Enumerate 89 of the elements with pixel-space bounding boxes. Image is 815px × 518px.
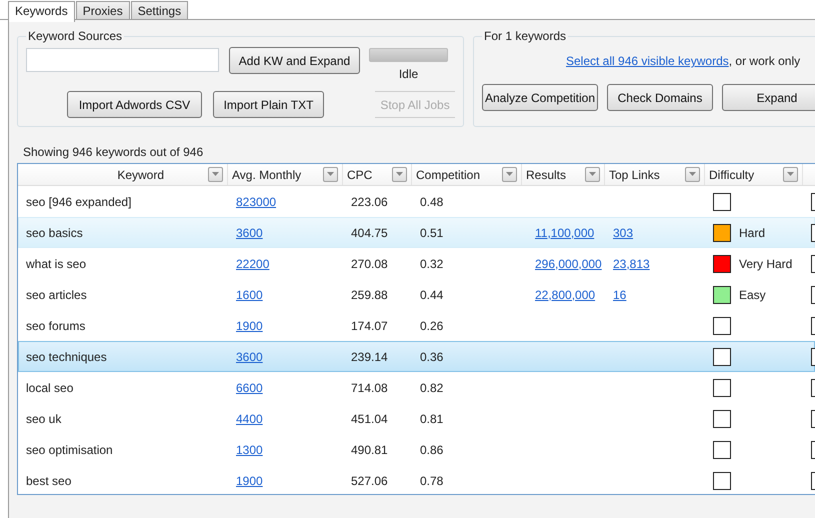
cpc-cell: 239.14: [351, 350, 388, 364]
avg-monthly-link[interactable]: 1600: [236, 288, 263, 302]
tab[interactable]: Keywords: [8, 1, 75, 22]
keyword-cell: seo techniques: [26, 350, 107, 364]
competition-cell: 0.44: [420, 288, 444, 302]
avg-monthly-link[interactable]: 1900: [236, 474, 263, 488]
avg-monthly-link[interactable]: 3600: [236, 350, 263, 364]
difficulty-label: Easy: [739, 288, 766, 302]
column-header: Keyword: [117, 168, 164, 182]
filter-dropdown-icon[interactable]: [208, 167, 223, 182]
filter-dropdown-icon[interactable]: [783, 167, 798, 182]
table-row[interactable]: best seo 1900 527.06 0.78: [18, 465, 815, 496]
column-header: Results: [526, 168, 566, 182]
cpc-cell: 270.08: [351, 256, 388, 270]
column-header: CPC: [347, 168, 372, 182]
action-button[interactable]: Expand: [722, 84, 815, 111]
keyword-cell: seo [946 expanded]: [26, 194, 132, 208]
table-row[interactable]: seo articles 1600 259.88 0.44 22,800,000 16 Easy: [18, 279, 815, 310]
group-title: Keyword Sources: [27, 29, 124, 43]
tab[interactable]: Proxies: [76, 1, 130, 19]
cpc-cell: 404.75: [351, 226, 388, 240]
keyword-cell: seo forums: [26, 318, 86, 332]
select-all-link[interactable]: Select all 946 visible keywords: [566, 54, 729, 68]
competition-cell: 0.86: [420, 442, 444, 456]
cpc-cell: 527.06: [351, 474, 388, 488]
keyword-cell: best seo: [26, 474, 72, 488]
status-text: Idle: [398, 67, 418, 81]
keyword-cell: seo optimisation: [26, 442, 113, 456]
avg-monthly-link[interactable]: 1900: [236, 318, 263, 332]
cpc-cell: 259.88: [351, 288, 388, 302]
table-row[interactable]: seo techniques 3600 239.14 0.36: [18, 341, 815, 372]
competition-cell: 0.26: [420, 318, 444, 332]
avg-monthly-link[interactable]: 823000: [236, 194, 276, 208]
avg-monthly-link[interactable]: 1300: [236, 442, 263, 456]
filter-dropdown-icon[interactable]: [392, 167, 407, 182]
table-row[interactable]: local seo 6600 714.08 0.82: [18, 372, 815, 403]
filter-dropdown-icon[interactable]: [585, 167, 600, 182]
competition-cell: 0.78: [420, 474, 444, 488]
table-row[interactable]: what is seo 22200 270.08 0.32 296,000,000 23,813 Very Hard: [18, 248, 815, 279]
competition-cell: 0.36: [420, 350, 444, 364]
filter-dropdown-icon[interactable]: [323, 167, 338, 182]
results-link[interactable]: 11,100,000: [535, 226, 594, 240]
column-header: Difficulty: [709, 168, 754, 182]
competition-cell: 0.32: [420, 256, 444, 270]
cpc-cell: 714.08: [351, 380, 388, 394]
column-header: Top Links: [609, 168, 660, 182]
competition-cell: 0.81: [420, 412, 444, 426]
results-link[interactable]: 22,800,000: [535, 288, 596, 302]
table-row[interactable]: seo optimisation 1300 490.81 0.86: [18, 434, 815, 465]
keyword-cell: seo uk: [26, 412, 62, 426]
column-header: Competition: [416, 168, 480, 182]
keyword-cell: seo articles: [26, 288, 87, 302]
competition-cell: 0.48: [420, 194, 444, 208]
action-button[interactable]: Check Domains: [607, 84, 713, 111]
table-row[interactable]: seo [946 expanded] 823000 223.06 0.48: [18, 186, 815, 217]
table-row[interactable]: seo basics 3600 404.75 0.51 11,100,000 303 Hard: [18, 217, 815, 248]
selection-hint-text: , or work only: [728, 54, 800, 68]
top-links-link[interactable]: 16: [613, 288, 626, 302]
cpc-cell: 451.04: [351, 412, 388, 426]
import-button[interactable]: Import Adwords CSV: [67, 91, 202, 118]
add-keyword-button[interactable]: Add KW and Expand: [229, 47, 360, 74]
cpc-cell: 174.07: [351, 318, 388, 332]
avg-monthly-link[interactable]: 4400: [236, 412, 263, 426]
difficulty-label: Hard: [739, 226, 766, 240]
keyword-input-field[interactable]: [26, 48, 219, 72]
group-title: For 1 keywords: [483, 29, 568, 43]
cpc-cell: 490.81: [351, 442, 388, 456]
tab[interactable]: Settings: [130, 1, 188, 19]
import-button[interactable]: Import Plain TXT: [213, 91, 324, 118]
column-header: Avg. Monthly: [232, 168, 302, 182]
keyword-cell: local seo: [26, 380, 74, 394]
action-button[interactable]: Analyze Competition: [482, 84, 598, 111]
table-row[interactable]: seo forums 1900 174.07 0.26: [18, 310, 815, 341]
keyword-cell: what is seo: [26, 256, 86, 270]
difficulty-label: Very Hard: [739, 256, 792, 270]
results-link[interactable]: 296,000,000: [535, 256, 602, 270]
cpc-cell: 223.06: [351, 194, 388, 208]
keyword-cell: seo basics: [26, 226, 83, 240]
competition-cell: 0.82: [420, 380, 444, 394]
filter-dropdown-icon[interactable]: [685, 167, 700, 182]
avg-monthly-link[interactable]: 3600: [236, 226, 263, 240]
competition-cell: 0.51: [420, 226, 444, 240]
filter-dropdown-icon[interactable]: [502, 167, 517, 182]
keyword-count-text: Showing 946 keywords out of 946: [23, 145, 204, 161]
avg-monthly-link[interactable]: 6600: [236, 380, 263, 394]
avg-monthly-link[interactable]: 22200: [236, 256, 270, 270]
table-row[interactable]: seo uk 4400 451.04 0.81: [18, 403, 815, 434]
top-links-link[interactable]: 23,813: [613, 256, 650, 270]
top-links-link[interactable]: 303: [613, 226, 634, 240]
